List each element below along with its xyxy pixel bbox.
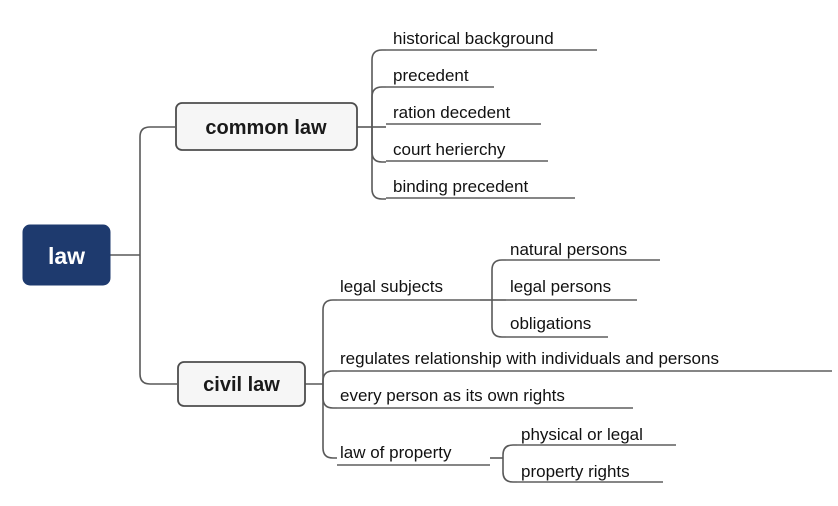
leaf-label: legal subjects: [340, 277, 443, 296]
connector-civil-law-child-2: [322, 370, 337, 384]
common-law-connectors: [357, 49, 386, 200]
civil-law-connectors: [305, 299, 337, 459]
connector-law-of-property-child-1: [502, 444, 517, 458]
leaf-regulates-relationship[interactable]: regulates relationship with individuals …: [337, 349, 832, 372]
leaf-natural-persons[interactable]: natural persons: [506, 240, 660, 261]
leaf-obligations[interactable]: obligations: [506, 314, 608, 338]
leaf-label: physical or legal: [521, 425, 643, 444]
trunk-connectors: [110, 126, 177, 385]
leaf-label: obligations: [510, 314, 591, 333]
connector-legal-subjects-child-1: [491, 259, 506, 300]
connector-common-law-child-1: [371, 49, 386, 127]
leaf-every-person-own-rights[interactable]: every person as its own rights: [337, 386, 633, 409]
leaf-label: ration decedent: [393, 103, 510, 122]
leaf-precedent[interactable]: precedent: [386, 66, 494, 88]
connector-common-law-child-4: [371, 127, 386, 163]
leaf-label: natural persons: [510, 240, 627, 259]
leaf-label: court herierchy: [393, 140, 506, 159]
leaf-property-rights[interactable]: property rights: [517, 462, 663, 483]
leaf-label: historical background: [393, 29, 554, 48]
root-node-label: law: [48, 243, 85, 269]
leaf-binding-precedent[interactable]: binding precedent: [386, 177, 575, 199]
leaf-label: legal persons: [510, 277, 611, 296]
connector-civil-law-child-3: [322, 384, 337, 409]
legal-subjects-connectors: [480, 259, 506, 338]
civil-law-label: civil law: [203, 374, 280, 396]
law-of-property-connectors: [490, 444, 517, 483]
mind-map-canvas: law common law civil law historical back…: [22, 29, 832, 483]
legal-subjects-leaves: natural persons legal persons obligation…: [506, 240, 660, 338]
leaf-label: property rights: [521, 462, 630, 481]
leaf-label: binding precedent: [393, 177, 528, 196]
leaf-law-of-property[interactable]: law of property: [337, 443, 490, 466]
leaf-physical-or-legal[interactable]: physical or legal: [517, 425, 676, 446]
connector-common-law-child-5: [371, 127, 386, 200]
connector-common-law-child-2: [371, 86, 386, 127]
leaf-label: every person as its own rights: [340, 386, 565, 405]
law-of-property-leaves: physical or legal property rights: [517, 425, 676, 483]
connector-legal-subjects-child-3: [491, 300, 506, 338]
branch-node-common-law[interactable]: common law: [175, 102, 358, 151]
leaf-legal-subjects[interactable]: legal subjects: [337, 277, 480, 301]
common-law-leaves: historical background precedent ration d…: [386, 29, 597, 199]
connector-law-of-property-child-2: [502, 458, 517, 483]
root-node[interactable]: law: [22, 224, 111, 286]
leaf-court-herierchy[interactable]: court herierchy: [386, 140, 548, 162]
leaf-label: precedent: [393, 66, 469, 85]
leaf-historical-background[interactable]: historical background: [386, 29, 597, 51]
connector-root-to-common-law: [139, 126, 175, 255]
leaf-label: regulates relationship with individuals …: [340, 349, 719, 368]
leaf-ration-decedent[interactable]: ration decedent: [386, 103, 541, 125]
common-law-label: common law: [205, 117, 327, 139]
connector-root-to-civil-law: [139, 255, 177, 385]
connector-civil-law-child-4: [322, 384, 337, 459]
leaf-label: law of property: [340, 443, 452, 462]
leaf-legal-persons[interactable]: legal persons: [506, 277, 637, 301]
branch-node-civil-law[interactable]: civil law: [177, 361, 306, 407]
